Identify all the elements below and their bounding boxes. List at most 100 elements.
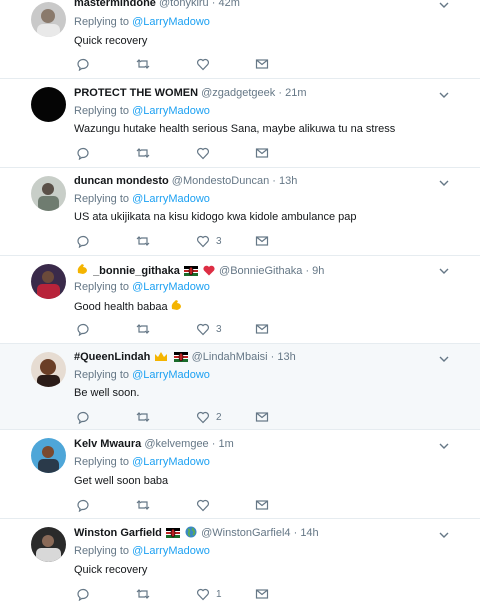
mention-link[interactable]: @LarryMadowo <box>132 16 210 28</box>
reply-button[interactable] <box>76 145 90 161</box>
replying-to: Replying to @LarryMadowo <box>74 544 210 558</box>
reply-button[interactable] <box>76 233 90 249</box>
retweet-button[interactable] <box>136 145 150 161</box>
retweet-icon <box>136 412 150 422</box>
display-name[interactable]: duncan mondesto <box>74 175 169 187</box>
tweet-actions: 3 <box>74 321 284 337</box>
chevron-down-icon[interactable] <box>438 440 450 452</box>
user-handle[interactable]: @kelvemgee <box>144 438 208 450</box>
chevron-down-icon[interactable] <box>438 353 450 365</box>
chevron-down-icon[interactable] <box>438 89 450 101</box>
tweet-5[interactable]: Kelv Mwaura @kelvemgee · 1m Replying to … <box>0 430 480 519</box>
display-name[interactable]: mastermindone <box>74 0 156 9</box>
like-button[interactable] <box>196 145 216 161</box>
message-button[interactable] <box>255 56 269 72</box>
retweet-button[interactable] <box>136 409 150 425</box>
mention-link[interactable]: @LarryMadowo <box>132 193 210 205</box>
replying-to: Replying to @LarryMadowo <box>74 280 210 294</box>
mention-link[interactable]: @LarryMadowo <box>132 105 210 117</box>
display-name[interactable]: #QueenLindah <box>74 351 150 363</box>
retweet-icon <box>136 59 150 69</box>
retweet-button[interactable] <box>136 497 150 513</box>
reply-button[interactable] <box>76 409 90 425</box>
user-handle[interactable]: @WinstonGarfiel4 <box>201 527 290 539</box>
user-handle[interactable]: @LindahMbaisi <box>192 351 268 363</box>
message-button[interactable] <box>255 145 269 161</box>
user-handle[interactable]: @zgadgetgeek <box>201 87 275 99</box>
like-button[interactable]: 1 <box>196 586 222 602</box>
reply-button[interactable] <box>76 586 90 602</box>
globe-emoji <box>185 526 197 538</box>
user-handle[interactable]: @MondestoDuncan <box>172 175 269 187</box>
timestamp[interactable]: 14h <box>300 527 318 539</box>
tweet-header: #QueenLindah @LindahMbaisi · 13h <box>74 350 440 364</box>
display-name[interactable]: Winston Garfield <box>74 527 162 539</box>
reply-button[interactable] <box>76 497 90 513</box>
avatar[interactable] <box>31 352 66 387</box>
mention-link[interactable]: @LarryMadowo <box>132 281 210 293</box>
chevron-down-icon[interactable] <box>438 177 450 189</box>
retweet-icon <box>136 589 150 599</box>
message-button[interactable] <box>255 321 269 337</box>
like-icon <box>197 499 209 512</box>
user-handle[interactable]: @BonnieGithaka <box>219 265 302 277</box>
message-button[interactable] <box>255 233 269 249</box>
retweet-button[interactable] <box>136 56 150 72</box>
tweet-3[interactable]: _bonnie_githaka @BonnieGithaka · 9h Repl… <box>0 256 480 344</box>
tweet-2[interactable]: duncan mondesto @MondestoDuncan · 13h Re… <box>0 168 480 256</box>
display-name[interactable]: Kelv Mwaura <box>74 438 141 450</box>
like-button[interactable]: 3 <box>196 321 222 337</box>
avatar[interactable] <box>31 438 66 473</box>
retweet-button[interactable] <box>136 233 150 249</box>
like-button[interactable]: 2 <box>196 409 222 425</box>
mention-link[interactable]: @LarryMadowo <box>132 369 210 381</box>
mention-link[interactable]: @LarryMadowo <box>132 545 210 557</box>
tweet-actions: 2 <box>74 409 284 425</box>
timestamp[interactable]: 13h <box>277 351 295 363</box>
user-handle[interactable]: @tonykiru <box>159 0 209 9</box>
chevron-down-icon[interactable] <box>438 265 450 277</box>
kenya-flag-emoji <box>173 352 188 362</box>
timestamp[interactable]: 13h <box>279 175 297 187</box>
tweet-actions <box>74 56 284 72</box>
timestamp[interactable]: 9h <box>312 265 324 277</box>
reply-button[interactable] <box>76 321 90 337</box>
avatar[interactable] <box>31 176 66 211</box>
reply-button[interactable] <box>76 56 90 72</box>
message-button[interactable] <box>255 497 269 513</box>
like-button[interactable]: 3 <box>196 233 222 249</box>
retweet-button[interactable] <box>136 586 150 602</box>
avatar[interactable] <box>31 2 66 37</box>
retweet-icon <box>136 500 150 510</box>
reply-icon <box>77 411 89 424</box>
chevron-down-icon[interactable] <box>438 529 450 541</box>
display-name[interactable]: _bonnie_githaka <box>93 265 180 277</box>
timestamp[interactable]: 1m <box>218 438 233 450</box>
avatar[interactable] <box>31 527 66 562</box>
like-count: 2 <box>216 411 222 423</box>
timestamp[interactable]: 42m <box>218 0 239 9</box>
message-button[interactable] <box>255 409 269 425</box>
reply-feed: mastermindone @tonykiru · 42m Replying t… <box>0 0 480 606</box>
message-button[interactable] <box>255 586 269 602</box>
retweet-button[interactable] <box>136 321 150 337</box>
like-button[interactable] <box>196 497 216 513</box>
like-button[interactable] <box>196 56 216 72</box>
like-icon <box>197 411 209 424</box>
dot-separator: · <box>211 438 216 450</box>
replying-to-label: Replying to <box>74 193 130 205</box>
tweet-header: PROTECT THE WOMEN @zgadgetgeek · 21m <box>74 86 440 100</box>
chevron-down-icon[interactable] <box>438 0 450 11</box>
like-count: 3 <box>216 235 222 247</box>
tweet-6[interactable]: Winston Garfield @WinstonGarfiel4 · 14h … <box>0 519 480 606</box>
avatar[interactable] <box>31 264 66 299</box>
tweet-0[interactable]: mastermindone @tonykiru · 42m Replying t… <box>0 0 480 79</box>
mention-link[interactable]: @LarryMadowo <box>132 456 210 468</box>
display-name[interactable]: PROTECT THE WOMEN <box>74 87 198 99</box>
flexed-biceps-emoji <box>77 264 87 274</box>
tweet-4[interactable]: #QueenLindah @LindahMbaisi · 13h Replyin… <box>0 344 480 430</box>
avatar[interactable] <box>31 87 66 122</box>
tweet-1[interactable]: PROTECT THE WOMEN @zgadgetgeek · 21m Rep… <box>0 79 480 168</box>
timestamp[interactable]: 21m <box>285 87 306 99</box>
like-icon <box>197 323 209 336</box>
